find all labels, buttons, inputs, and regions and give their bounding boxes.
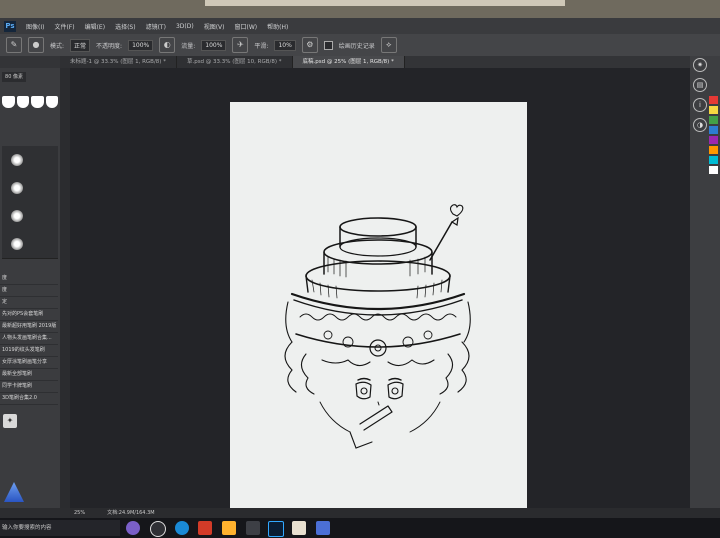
options-bar: ✎ ● 模式: 正常 不透明度: 100% ◐ 流量: 100% ✈ 平滑: 1… — [0, 34, 720, 56]
history-checkbox[interactable] — [323, 40, 333, 50]
smooth-label: 平滑: — [254, 42, 269, 50]
brush-preset-picker-icon[interactable]: ● — [28, 37, 44, 53]
tab-untitled[interactable]: 未标题-1 @ 33.3% (图层 1, RGB/8) * — [60, 56, 177, 68]
swatch[interactable] — [709, 146, 718, 154]
document-canvas[interactable] — [230, 102, 527, 518]
edge-browser-icon[interactable] — [175, 521, 189, 535]
swatch[interactable] — [709, 136, 718, 144]
image-viewer-icon[interactable] — [316, 521, 330, 535]
history-label: 绘画历史记录 — [338, 42, 375, 50]
menu-item-edit[interactable]: 编辑(E) — [85, 22, 105, 31]
tab-sketch-active[interactable]: 底稿.psd @ 25% (图层 1, RGB/8) * — [292, 56, 405, 68]
soft-brush-icon — [11, 182, 23, 194]
taskbar-search-input[interactable]: 输入你要搜索的内容 — [0, 520, 120, 536]
smooth-input[interactable]: 10% — [274, 39, 296, 51]
info-icon[interactable]: i — [693, 98, 707, 112]
right-panel: ✷ ▤ i ◑ — [690, 56, 720, 508]
brush-tool-icon[interactable]: ✎ — [6, 37, 22, 53]
swatch[interactable] — [709, 166, 718, 174]
menu-item-file[interactable]: 文件(F) — [54, 22, 74, 31]
list-item[interactable]: 先对的PS会套笔刷 — [0, 309, 58, 321]
flow-label: 流量: — [181, 42, 196, 50]
list-item[interactable]: 3D笔刷合集2.0 — [0, 393, 58, 405]
menu-item-filter[interactable]: 滤镜(T) — [146, 22, 166, 31]
panel-scrollbar[interactable] — [60, 68, 70, 508]
brush-tip[interactable] — [45, 96, 58, 108]
symmetry-icon[interactable]: ⟡ — [380, 37, 397, 53]
pressure-opacity-icon[interactable]: ◐ — [159, 37, 176, 53]
brush-preset[interactable] — [2, 202, 58, 231]
brush-tip[interactable] — [16, 96, 29, 108]
brush-preset[interactable] — [2, 230, 58, 259]
list-item[interactable]: 最新全部笔刷 — [0, 369, 58, 381]
brush-preset[interactable] — [2, 174, 58, 203]
menu-item-image[interactable]: 图像(I) — [26, 22, 44, 31]
swatch[interactable] — [709, 156, 718, 164]
list-item[interactable]: 最新超好用笔刷 2019版 — [0, 321, 58, 333]
adjust-icon[interactable]: ◑ — [693, 118, 707, 132]
monitor-frame: Ps 图像(I) 文件(F) 编辑(E) 选择(S) 滤镜(T) 3D(D) 视… — [0, 0, 720, 538]
menu-item-select[interactable]: 选择(S) — [115, 22, 136, 31]
layers-icon[interactable]: ▤ — [693, 78, 707, 92]
mode-label: 模式: — [50, 42, 65, 50]
sparkle-icon[interactable]: ✷ — [693, 58, 707, 72]
status-bar: 25% 文档:24.9M/164.3M — [70, 508, 720, 518]
brush-size-label: 80 像素 — [2, 72, 26, 82]
list-item[interactable]: 1019的纹头发笔刷 — [0, 345, 58, 357]
swatch[interactable] — [709, 96, 718, 104]
swatch[interactable] — [709, 126, 718, 134]
menu-item-help[interactable]: 帮助(H) — [267, 22, 288, 31]
brush-tip[interactable] — [2, 96, 15, 108]
cortana-icon[interactable] — [126, 521, 140, 535]
swatch[interactable] — [709, 116, 718, 124]
document-tabs: 未标题-1 @ 33.3% (图层 1, RGB/8) * 草.psd @ 33… — [0, 56, 720, 68]
tab-draft[interactable]: 草.psd @ 33.3% (图层 10, RGB/8) * — [176, 56, 293, 68]
opacity-input[interactable]: 100% — [128, 39, 154, 51]
list-item[interactable]: 定 — [0, 297, 58, 309]
background-paper — [205, 0, 565, 6]
photoshop-window: Ps 图像(I) 文件(F) 编辑(E) 选择(S) 滤镜(T) 3D(D) 视… — [0, 18, 720, 518]
list-item[interactable]: 女厚涂笔刷画笔分享 — [0, 357, 58, 369]
calendar-app-icon[interactable] — [292, 521, 306, 535]
list-item[interactable]: 度 — [0, 273, 58, 285]
file-explorer-icon[interactable] — [246, 521, 260, 535]
task-view-icon[interactable] — [150, 521, 166, 537]
photoshop-logo: Ps — [4, 20, 16, 32]
app-icon[interactable] — [222, 521, 236, 535]
list-item[interactable]: 同学卡牌笔刷 — [0, 381, 58, 393]
menu-bar: Ps 图像(I) 文件(F) 编辑(E) 选择(S) 滤镜(T) 3D(D) 视… — [0, 18, 720, 34]
document-size: 文档:24.9M/164.3M — [107, 510, 155, 516]
brush-tip-row — [2, 96, 58, 110]
brush-tip[interactable] — [31, 96, 44, 108]
brush-stroke-icon[interactable]: ✦ — [3, 414, 17, 428]
office-icon[interactable] — [198, 521, 212, 535]
menu-item-3d[interactable]: 3D(D) — [176, 23, 194, 30]
brush-preset[interactable] — [2, 146, 58, 175]
mode-select[interactable]: 正常 — [70, 38, 91, 52]
gear-icon[interactable]: ⚙ — [301, 37, 318, 53]
menu-item-view[interactable]: 视图(V) — [204, 22, 225, 31]
list-item[interactable]: 人物头发画笔刷合集... — [0, 333, 58, 345]
zoom-level[interactable]: 25% — [74, 508, 85, 518]
list-item[interactable]: 度 — [0, 285, 58, 297]
brush-panel: 80 像素 度 度 定 先对的PS会套笔刷 最新超好用笔刷 2019版 人物头发… — [0, 68, 60, 508]
monitor-bezel — [0, 0, 720, 18]
swatch[interactable] — [709, 106, 718, 114]
sketch-drawing — [284, 204, 471, 449]
menu-item-window[interactable]: 窗口(W) — [234, 22, 257, 31]
brush-library-list: 度 度 定 先对的PS会套笔刷 最新超好用笔刷 2019版 人物头发画笔刷合集.… — [0, 273, 58, 473]
airbrush-icon[interactable]: ✈ — [232, 37, 249, 53]
soft-brush-icon — [11, 210, 23, 222]
brush-pack-icon — [4, 482, 24, 502]
soft-brush-icon — [11, 154, 23, 166]
flow-input[interactable]: 100% — [201, 39, 227, 51]
soft-brush-icon — [11, 238, 23, 250]
opacity-label: 不透明度: — [96, 42, 123, 50]
photoshop-taskbar-icon[interactable] — [268, 521, 284, 537]
windows-taskbar: 输入你要搜索的内容 — [0, 518, 720, 538]
